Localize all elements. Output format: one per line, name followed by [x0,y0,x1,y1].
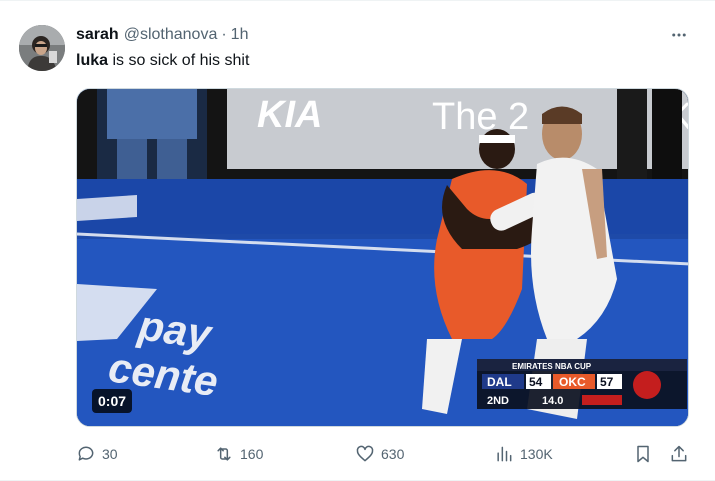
tweet-text-bold: luka [76,52,109,69]
more-icon [672,33,686,37]
views-button[interactable]: 130K [494,442,553,466]
network-logo [633,371,661,399]
scoreboard-score-a: 54 [529,375,543,389]
video-frame: KIA The 2 K pay cente [77,89,688,426]
action-bar: 30 160 630 130K [76,442,689,466]
more-options-button[interactable] [667,23,691,47]
tweet-header: sarah @slothanova · 1h [76,25,248,45]
tweet-text: luka is so sick of his shit [76,51,249,71]
display-name[interactable]: sarah [76,25,119,45]
tweet[interactable]: sarah @slothanova · 1h luka is so sick o… [0,0,715,481]
share-button[interactable] [669,442,689,466]
timestamp[interactable]: 1h [231,25,249,45]
heart-icon [356,445,374,462]
scoreboard-period: 2ND [487,395,509,407]
scoreboard-team-a: DAL [487,375,512,389]
video-duration: 0:07 [92,389,133,413]
banner-text: The 2 [432,96,529,138]
reply-button[interactable]: 30 [76,442,118,466]
repost-count: 160 [240,446,264,462]
scoreboard-event: EMIRATES NBA CUP [512,362,592,371]
scoreboard-clock: 14.0 [542,395,563,407]
views-chart-icon [497,446,512,462]
avatar[interactable] [19,25,65,71]
bookmark-icon [637,445,649,463]
tweet-text-rest: is so sick of his shit [108,52,250,69]
user-handle[interactable]: @slothanova [124,25,218,45]
repost-icon [217,447,231,461]
video-player[interactable]: KIA The 2 K pay cente [76,88,689,427]
separator-dot: · [221,26,227,43]
bookmark-button[interactable] [633,442,653,466]
scoreboard-team-b: OKC [559,375,586,389]
like-button[interactable]: 630 [355,442,404,466]
reply-icon [78,446,94,461]
scoreboard: EMIRATES NBA CUP DAL 54 OKC 57 2ND 14.0 [477,359,687,409]
like-count: 630 [381,446,405,462]
share-icon [671,445,687,462]
repost-button[interactable]: 160 [214,442,263,466]
reply-count: 30 [102,446,118,462]
views-count: 130K [520,446,553,462]
scoreboard-score-b: 57 [600,375,614,389]
banner-brand: KIA [257,94,322,136]
